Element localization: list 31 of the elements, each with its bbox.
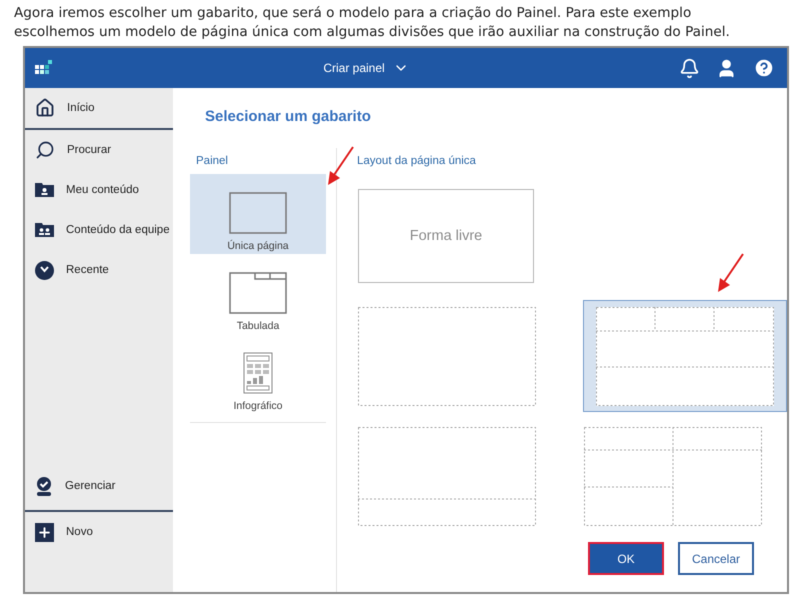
user-check-icon — [35, 476, 53, 496]
panel-type-option[interactable]: Única página — [190, 174, 326, 254]
intro-paragraph: Agora iremos escolher um gabarito, que será o modelo para a criação do Painel. Para este exemplo escolhemos um modelo de página única com algumas divisões que irão auxiliar na construção do Painel. — [14, 4, 731, 42]
annotation-arrow — [716, 252, 746, 294]
page-icon — [229, 192, 287, 234]
ok-button[interactable]: OK — [588, 542, 664, 575]
search-icon — [35, 140, 55, 160]
panel-type-option[interactable]: Tabulada — [190, 254, 326, 334]
section-label: Painel — [195, 154, 229, 169]
cancel-button[interactable]: Cancelar — [678, 542, 754, 575]
sidebar-item[interactable]: Procurar — [25, 130, 173, 170]
user-folder-icon — [35, 183, 54, 197]
notifications-icon[interactable] — [678, 58, 700, 78]
home-icon — [35, 98, 55, 118]
annotation-arrow — [326, 145, 356, 187]
free-layout-label: Forma livre — [410, 228, 482, 244]
sidebar-item[interactable]: Meu conteúdo — [25, 170, 173, 210]
section-label: Layout da página única — [356, 154, 477, 169]
sidebar-item[interactable]: Conteúdo da equipe — [25, 210, 173, 250]
layout-option[interactable] — [583, 300, 787, 412]
sidebar-item[interactable]: Novo — [25, 512, 173, 552]
sidebar-item[interactable]: Recente — [25, 250, 173, 290]
infographic-icon — [243, 352, 273, 394]
logo-icon — [35, 59, 53, 77]
create-dashboard-menu[interactable]: Criar painel — [319, 56, 413, 80]
plus-icon — [35, 522, 54, 542]
clock-icon — [35, 260, 54, 280]
dialog-title: Selecionar um gabarito — [205, 108, 372, 127]
panel-type-option[interactable]: Infográfico — [190, 334, 326, 414]
tabbed-page-icon — [229, 272, 287, 314]
team-folder-icon — [35, 223, 54, 237]
